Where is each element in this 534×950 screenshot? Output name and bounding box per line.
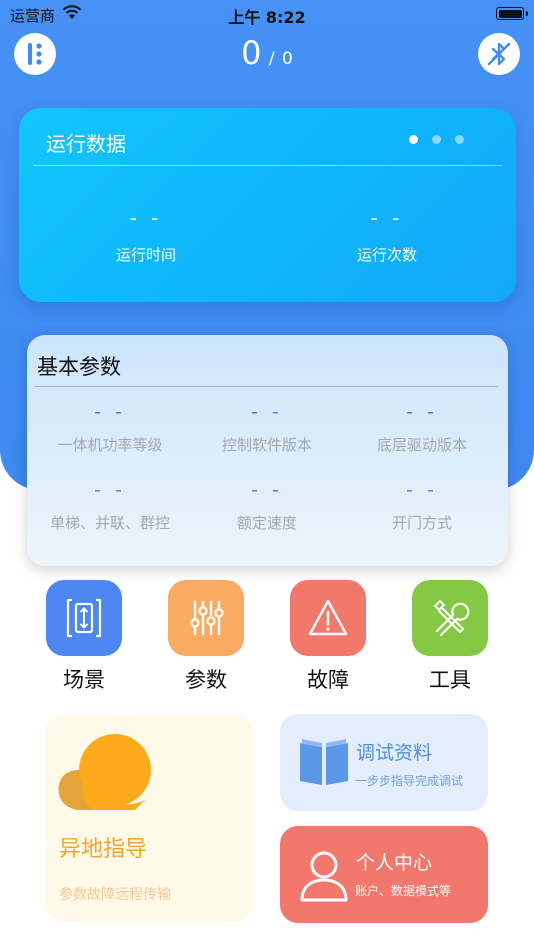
remote-guidance-card[interactable]: 异地指导 参数故障远程传输 [45,714,253,921]
debug-docs-subtitle: 一步步指导完成调试 [355,774,464,788]
run-count-label: 运行次数 [356,246,417,264]
run-count-stat: - - 运行次数 [287,206,487,265]
remote-guidance-subtitle: 参数故障远程传输 [59,887,171,903]
param-rated-speed: - - 额定速度 [236,479,297,532]
page-dot [409,135,418,144]
run-count-value: - - [370,206,404,230]
faults-tile[interactable] [290,580,366,656]
personal-center-subtitle: 账户、数据模式等 [355,884,452,898]
tools-label: 工具 [429,668,471,692]
remote-guidance-title: 异地指导 [59,837,148,862]
param-power-level: - - 一体机功率等级 [57,401,163,454]
run-time-value: - - [129,206,163,230]
connected-count: 0 [241,34,262,72]
tools-tile[interactable] [412,580,488,656]
sliders-icon [190,601,224,635]
scene-button[interactable]: 场景 [44,580,124,694]
params-tile[interactable] [168,580,244,656]
run-time-stat: - - 运行时间 [46,206,246,265]
tools-button[interactable]: 工具 [410,580,490,694]
faults-button[interactable]: 故障 [288,580,368,694]
divider [33,165,502,166]
elevator-icon [66,598,102,638]
param-control-software: - - 控制软件版本 [221,401,312,454]
run-data-card[interactable]: 运行数据 - - 运行时间 - - 运行次数 [19,108,516,302]
page-dot [432,135,441,144]
user-icon [300,851,348,902]
debug-docs-card[interactable]: 调试资料 一步步指导完成调试 [280,714,488,811]
connection-counter: 0 / 0 [241,34,293,72]
book-icon [300,739,348,785]
debug-docs-title: 调试资料 [356,742,433,764]
personal-center-card[interactable]: 个人中心 账户、数据模式等 [280,826,488,923]
warning-icon [308,599,348,636]
personal-center-title: 个人中心 [356,852,433,874]
basic-params-card: 基本参数 - - 一体机功率等级 - - 控制软件版本 - - 底层驱动版本 -… [27,335,508,566]
params-label: 参数 [185,668,227,692]
page-dot [455,135,464,144]
chat-bubbles-icon [58,734,151,810]
run-time-label: 运行时间 [115,246,176,264]
param-door-mode: - - 开门方式 [391,479,452,532]
status-time: 上午 8:22 [228,8,306,27]
battery-icon [496,7,528,20]
basic-params-title: 基本参数 [37,355,121,379]
param-group-mode: - - 单梯、并联、群控 [49,479,170,532]
scene-tile[interactable] [46,580,122,656]
params-button[interactable]: 参数 [166,580,246,694]
divider [35,386,498,387]
tools-icon [433,599,470,637]
total-count: 0 [282,49,293,69]
scene-label: 场景 [63,668,105,692]
page-indicator[interactable] [409,135,464,144]
param-driver-version: - - 底层驱动版本 [376,401,467,454]
bluetooth-off-icon [487,42,511,66]
faults-label: 故障 [307,668,349,692]
status-bar: 运营商 上午 8:22 [0,0,534,30]
run-data-title: 运行数据 [46,132,126,156]
bluetooth-button[interactable] [478,33,520,75]
